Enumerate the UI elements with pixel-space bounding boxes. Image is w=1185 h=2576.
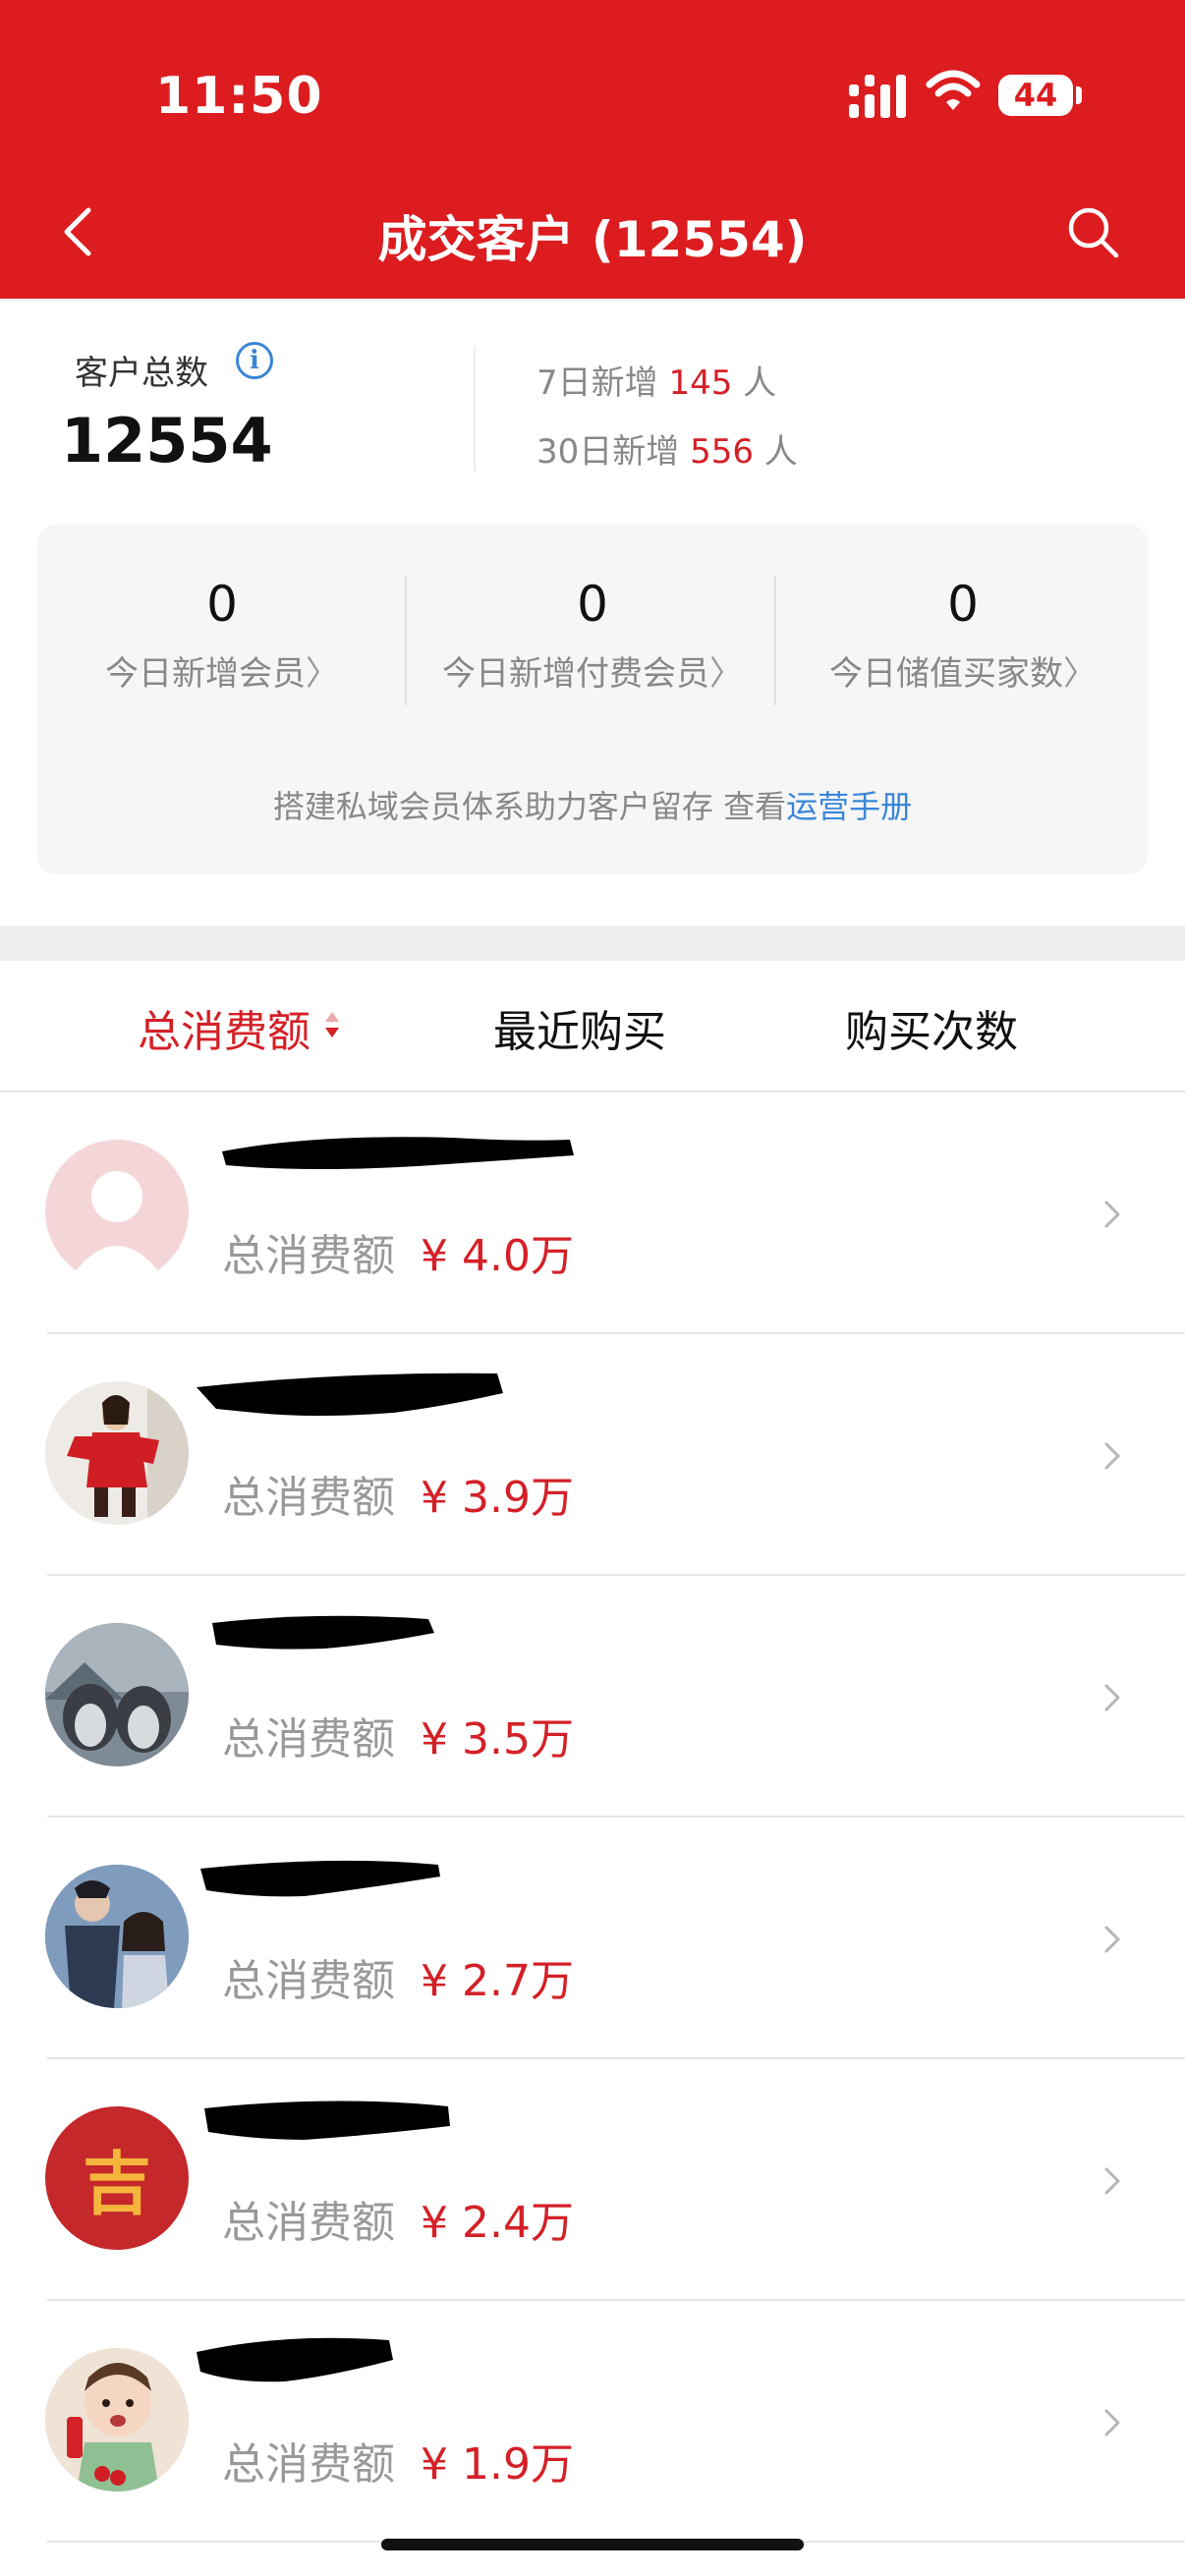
search-icon[interactable] — [1063, 202, 1122, 261]
member-stats-card: 0 今日新增会员〉 0 今日新增付费会员〉 0 今日储值买家数〉 搭建私域会员体… — [37, 525, 1148, 874]
new-30-days-value: 556 — [690, 432, 754, 472]
spend-value: ¥ 1.9万 — [421, 2439, 574, 2490]
chevron-right-icon — [1104, 1926, 1120, 1953]
penguins-avatar — [45, 1623, 189, 1766]
info-icon[interactable]: i — [236, 342, 273, 379]
chevron-right-icon — [1104, 1684, 1120, 1711]
redacted-name — [212, 1615, 434, 1650]
spend-value: ¥ 4.0万 — [421, 1231, 574, 1281]
stat-value: 0 — [947, 576, 979, 633]
stat-divider — [774, 576, 776, 705]
new-30-days: 30日新增 556 人 — [536, 424, 798, 473]
battery-nub — [1076, 86, 1082, 104]
new-7-days-value: 145 — [668, 364, 733, 403]
customer-row[interactable]: 总消费额 ¥ 3.5万 — [0, 1576, 1185, 1818]
status-time: 11:50 — [155, 67, 323, 126]
customer-row[interactable]: 总消费额 ¥ 3.9万 — [0, 1334, 1185, 1576]
customer-row[interactable]: 总消费额 ¥ 1.9万 — [0, 2301, 1185, 2543]
page-title: 成交客户 (12554) — [377, 211, 808, 268]
member-tip-text: 搭建私域会员体系助力客户留存 查看 — [272, 788, 787, 825]
stat-label: 今日新增会员〉 — [105, 654, 339, 694]
stat-value: 0 — [206, 576, 238, 633]
section-gap — [0, 925, 1185, 961]
chevron-right-icon: 〉 — [709, 654, 743, 694]
new-30-days-prefix: 30日新增 — [536, 432, 680, 472]
default-avatar — [45, 1140, 189, 1283]
baby-avatar — [45, 2348, 189, 2492]
red-costume-avatar — [45, 1381, 189, 1525]
redacted-name — [197, 2337, 393, 2382]
tab-recent-purchase[interactable]: 最近购买 — [493, 996, 666, 1059]
summary-divider — [474, 346, 476, 472]
spend-label: 总消费额 — [222, 2198, 395, 2248]
spend-label: 总消费额 — [222, 1956, 395, 2006]
stat-new-paid-members[interactable]: 0 今日新增付费会员〉 — [408, 576, 777, 695]
tab-purchase-count[interactable]: 购买次数 — [845, 996, 1018, 1059]
stat-stored-value-buyers[interactable]: 0 今日储值买家数〉 — [778, 576, 1148, 695]
spend-label: 总消费额 — [222, 2439, 395, 2490]
new-7-days-prefix: 7日新增 — [536, 364, 658, 403]
customer-row[interactable]: 吉 总消费额 ¥ 2.4万 — [0, 2059, 1185, 2301]
spend-label: 总消费额 — [222, 1714, 395, 1764]
stat-divider — [405, 576, 407, 705]
chevron-right-icon — [1104, 2409, 1120, 2436]
spend-value: ¥ 3.5万 — [421, 1714, 574, 1764]
redacted-name — [197, 1372, 503, 1416]
chevron-right-icon — [1104, 1442, 1120, 1470]
tab-total-spend[interactable]: 总消费额 — [138, 996, 310, 1059]
member-tip: 搭建私域会员体系助力客户留存 查看运营手册 — [37, 782, 1148, 827]
chevron-right-icon — [1104, 2167, 1120, 2195]
battery-indicator: 44 — [998, 75, 1073, 116]
spend-value: ¥ 2.7万 — [421, 1956, 574, 2006]
customer-row[interactable]: 总消费额 ¥ 2.7万 — [0, 1818, 1185, 2059]
new-7-days: 7日新增 145 人 — [536, 356, 776, 404]
ji-character: 吉 — [83, 2143, 151, 2224]
wifi-icon — [926, 70, 981, 110]
total-customers-label: 客户总数 — [75, 354, 208, 393]
signal-icon — [849, 75, 906, 118]
home-indicator[interactable] — [381, 2539, 804, 2550]
stat-new-members[interactable]: 0 今日新增会员〉 — [37, 576, 407, 695]
sort-toggle-icon[interactable] — [322, 1008, 342, 1045]
stat-value: 0 — [577, 576, 608, 633]
ji-character-avatar: 吉 — [45, 2106, 189, 2250]
app-header: 11:50 44 成交客户 (12554) — [0, 0, 1185, 299]
chevron-right-icon: 〉 — [306, 654, 339, 694]
chevron-right-icon: 〉 — [1063, 654, 1097, 694]
spend-label: 总消费额 — [222, 1473, 395, 1523]
stat-label: 今日新增付费会员〉 — [442, 654, 743, 694]
redacted-name — [204, 2100, 450, 2140]
new-30-days-suffix: 人 — [763, 432, 798, 472]
customer-row[interactable]: 总消费额 ¥ 4.0万 — [0, 1092, 1185, 1334]
spend-value: ¥ 3.9万 — [421, 1473, 574, 1523]
redacted-name — [200, 1860, 440, 1897]
new-7-days-suffix: 人 — [743, 364, 777, 403]
couple-avatar — [45, 1865, 189, 2008]
spend-label: 总消费额 — [222, 1231, 395, 1281]
stat-label: 今日储值买家数〉 — [829, 654, 1097, 694]
redacted-name — [222, 1137, 574, 1169]
operations-manual-link[interactable]: 运营手册 — [786, 788, 912, 825]
chevron-right-icon — [1104, 1201, 1120, 1228]
total-customers-value: 12554 — [61, 405, 273, 476]
spend-value: ¥ 2.4万 — [421, 2198, 574, 2248]
